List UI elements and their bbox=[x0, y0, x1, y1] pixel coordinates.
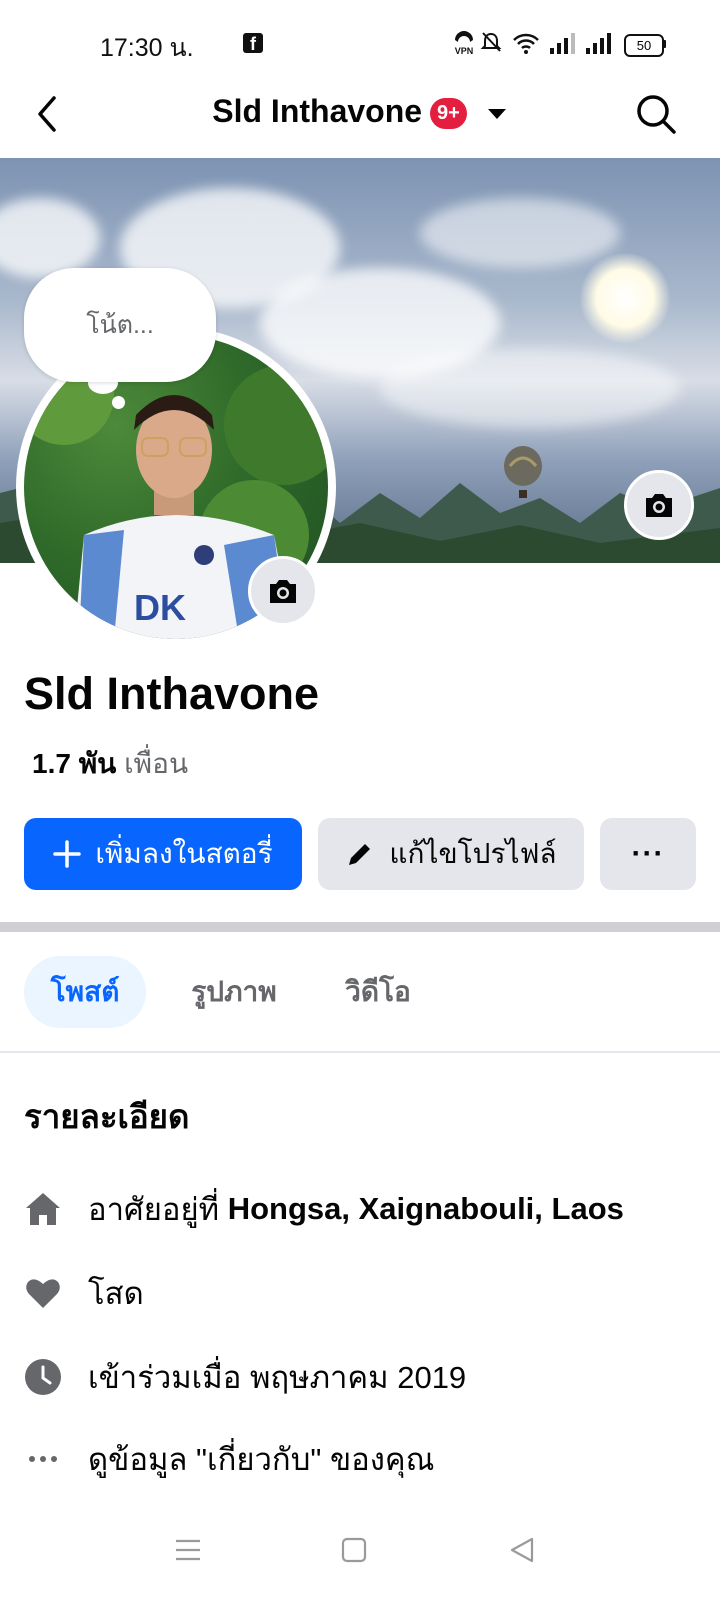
detail-joined: เข้าร่วมเมื่อ พฤษภาคม 2019 bbox=[24, 1352, 466, 1402]
battery-tip bbox=[663, 40, 666, 48]
sun bbox=[580, 253, 670, 343]
joined-text: เข้าร่วมเมื่อ พฤษภาคม 2019 bbox=[88, 1360, 467, 1395]
friends-number: 1.7 พัน bbox=[32, 748, 117, 779]
wifi-icon bbox=[513, 33, 539, 54]
clock-icon bbox=[25, 1359, 61, 1395]
friends-count[interactable]: 1.7 พัน เพื่อน bbox=[32, 742, 188, 786]
svg-text:VPN: VPN bbox=[455, 46, 474, 56]
recent-apps-icon[interactable] bbox=[174, 1536, 202, 1564]
tabs-divider bbox=[0, 1051, 720, 1053]
details-heading: รายละเอียด bbox=[24, 1098, 190, 1135]
back-nav-icon[interactable] bbox=[508, 1536, 536, 1564]
about-link-text: ดูข้อมูล "เกี่ยวกับ" ของคุณ bbox=[88, 1442, 435, 1477]
caret-down-icon bbox=[487, 108, 506, 119]
tab-photos[interactable]: รูปภาพ bbox=[170, 956, 298, 1028]
search-icon[interactable] bbox=[634, 92, 678, 136]
pencil-icon bbox=[349, 844, 371, 865]
cover-camera-button[interactable] bbox=[624, 470, 694, 540]
facebook-notification-icon: f bbox=[243, 33, 263, 54]
tab-videos[interactable]: วิดีโอ bbox=[328, 956, 428, 1028]
home-icon bbox=[26, 1193, 60, 1225]
detail-lives-in: อาศัยอยู่ที่ Hongsa, Xaignabouli, Laos bbox=[24, 1184, 624, 1234]
note-bubble[interactable]: โน้ต... bbox=[24, 268, 216, 382]
profile-switcher[interactable]: Sld Inthavone 9+ bbox=[0, 93, 720, 130]
svg-text:DK: DK bbox=[134, 587, 186, 628]
tab-posts[interactable]: โพสต์ bbox=[24, 956, 146, 1028]
lives-prefix: อาศัยอยู่ที่ bbox=[88, 1192, 220, 1227]
camera-icon bbox=[270, 580, 296, 603]
home-nav-icon[interactable] bbox=[340, 1536, 368, 1564]
page-title: Sld Inthavone bbox=[212, 93, 423, 129]
add-to-story-button[interactable]: เพิ่มลงในสตอรี่ bbox=[24, 818, 302, 890]
more-options-button[interactable]: ··· bbox=[600, 818, 696, 890]
vpn-icon: VPN bbox=[455, 31, 474, 56]
detail-about-link[interactable]: ดูข้อมูล "เกี่ยวกับ" ของคุณ bbox=[24, 1434, 434, 1484]
edit-profile-label: แก้ไขโปรไฟล์ bbox=[389, 838, 557, 869]
mute-bell-icon bbox=[480, 32, 502, 52]
more-dots-icon bbox=[29, 1456, 57, 1462]
battery-icon: 50 bbox=[624, 34, 664, 57]
add-to-story-label: เพิ่มลงในสตอรี่ bbox=[95, 838, 273, 869]
signal-icon-2 bbox=[586, 33, 611, 54]
camera-icon bbox=[646, 494, 672, 517]
relationship-text: โสด bbox=[88, 1276, 144, 1311]
system-nav-bar bbox=[0, 1510, 720, 1600]
signal-icon bbox=[550, 33, 575, 54]
section-divider bbox=[0, 922, 720, 932]
hot-air-balloon bbox=[504, 446, 542, 498]
avatar-camera-button[interactable] bbox=[248, 556, 318, 626]
lives-place: Hongsa, Xaignabouli, Laos bbox=[227, 1191, 624, 1226]
plus-icon bbox=[53, 840, 82, 868]
profile-name: Sld Inthavone bbox=[24, 668, 320, 719]
heart-icon bbox=[26, 1279, 60, 1308]
edit-profile-button[interactable]: แก้ไขโปรไฟล์ bbox=[318, 818, 584, 890]
note-bubble-dot bbox=[112, 396, 125, 409]
status-time: 17:30 น. bbox=[100, 34, 194, 62]
notification-badge: 9+ bbox=[430, 98, 467, 130]
friends-label: เพื่อน bbox=[124, 748, 189, 779]
detail-relationship: โสด bbox=[24, 1268, 144, 1318]
